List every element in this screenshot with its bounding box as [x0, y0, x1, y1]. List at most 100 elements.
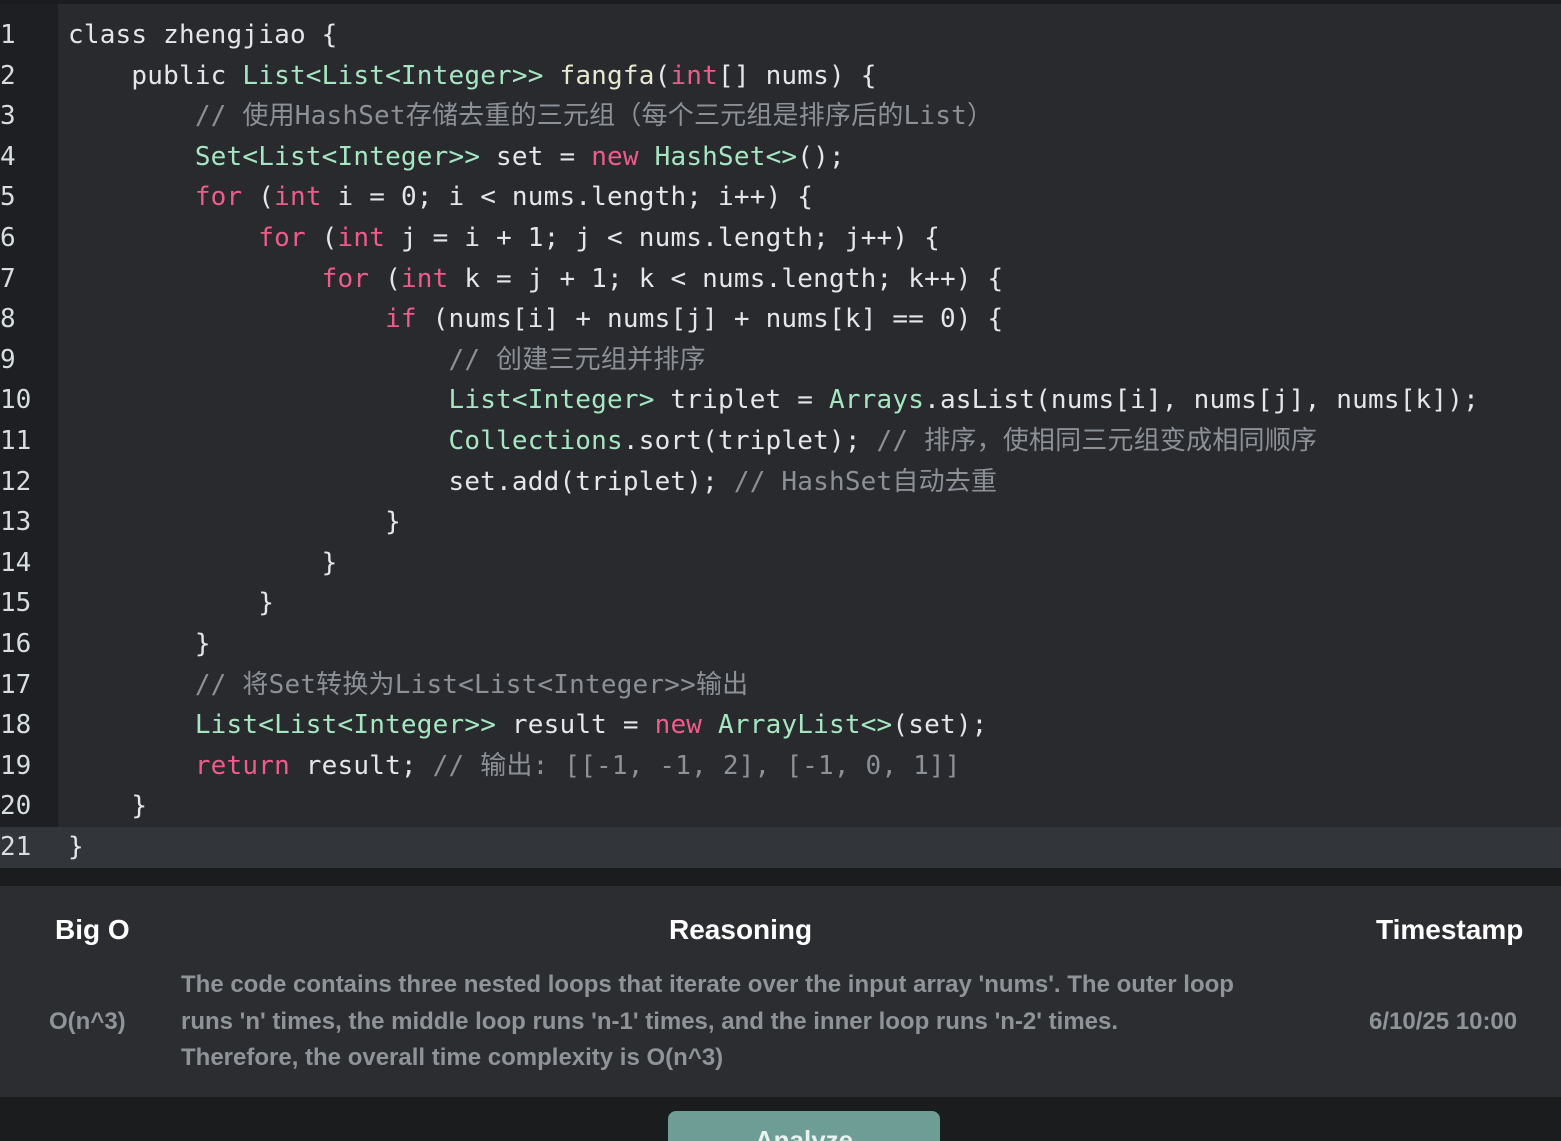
code-token: for — [258, 223, 306, 253]
code-token: new — [591, 141, 639, 172]
code-line[interactable]: 9 // 创建三元组并排序 — [0, 340, 1561, 381]
code-token: (set); — [892, 710, 988, 741]
code-token: for — [321, 263, 370, 294]
code-token: // 将Set转换为List<List<Integer>>输出 — [68, 669, 749, 700]
code-line[interactable]: 15 } — [0, 583, 1561, 624]
code-token: // 使用HashSet存储去重的三元组（每个三元组是排序后的List） — [68, 101, 994, 132]
code-line[interactable]: 16 } — [0, 624, 1561, 665]
code-line[interactable]: 1 class zhengjiao { — [0, 15, 1561, 56]
line-number: 19 — [0, 750, 32, 781]
line-number: 10 — [0, 385, 32, 416]
line-number: 8 — [0, 304, 16, 335]
line-code: } — [68, 583, 274, 624]
line-number: 7 — [0, 263, 16, 294]
code-token: ( — [654, 60, 671, 91]
code-token: set.add(triplet); — [68, 466, 734, 497]
code-line[interactable]: 11 Collections.sort(triplet); // 排序，使相同三… — [0, 421, 1561, 462]
code-line[interactable]: 19 return result; // 输出: [[-1, -1, 2], [… — [0, 746, 1561, 787]
line-code: // 将Set转换为List<List<Integer>>输出 — [68, 665, 748, 706]
code-token: ArrayList<> — [718, 710, 893, 741]
code-line[interactable]: 7 for (int k = j + 1; k < nums.length; k… — [0, 259, 1561, 300]
code-token: } — [68, 791, 148, 822]
code-line[interactable]: 3 // 使用HashSet存储去重的三元组（每个三元组是排序后的List） — [0, 96, 1561, 137]
line-number: 11 — [0, 426, 32, 456]
code-line[interactable]: 14 } — [0, 543, 1561, 584]
code-token: int — [670, 60, 719, 91]
line-code: Collections.sort(triplet); // 排序，使相同三元组变… — [68, 421, 1317, 462]
code-token: .sort(triplet); — [622, 426, 877, 456]
line-code: for (int i = 0; i < nums.length; i++) { — [68, 177, 813, 218]
code-token: for — [194, 182, 243, 213]
code-editor[interactable]: 1 class zhengjiao { 2 public List<List<Int… — [0, 4, 1561, 868]
line-code: public List<List<Integer>> fangfa(int[] … — [68, 56, 877, 97]
code-line[interactable]: 10 List<Integer> triplet = Arrays.asList… — [0, 380, 1561, 421]
code-line[interactable]: 18 List<List<Integer>> result = new Arra… — [0, 705, 1561, 746]
line-number: 18 — [0, 710, 32, 741]
line-number: 3 — [0, 101, 16, 132]
code-token: public — [68, 60, 243, 91]
code-line[interactable]: 12 set.add(triplet); // HashSet自动去重 — [0, 462, 1561, 503]
code-line[interactable]: 20 } — [0, 786, 1561, 827]
code-line[interactable]: 4 Set<List<Integer>> set = new HashSet<>… — [0, 137, 1561, 178]
line-code: List<Integer> triplet = Arrays.asList(nu… — [68, 380, 1479, 421]
code-token: return — [194, 750, 290, 781]
code-token: int — [337, 223, 386, 253]
code-token: class zhengjiao { — [68, 20, 338, 50]
reasoning-line: runs 'n' times, the middle loop runs 'n-… — [181, 1007, 1119, 1035]
code-token: if — [385, 304, 417, 335]
code-token: } — [68, 588, 275, 619]
panel-divider — [0, 872, 1561, 886]
code-token: List<List<Integer>> — [194, 710, 497, 741]
code-line[interactable]: 8 if (nums[i] + nums[j] + nums[k] == 0) … — [0, 299, 1561, 340]
code-token: i = 0; i < nums.length; i++) { — [321, 182, 814, 213]
code-token: .asList(nums[i], nums[j], nums[k]); — [924, 385, 1479, 416]
line-code: // 使用HashSet存储去重的三元组（每个三元组是排序后的List） — [68, 96, 993, 137]
line-number: 20 — [0, 791, 32, 822]
line-number: 15 — [0, 588, 32, 619]
line-code: for (int k = j + 1; k < nums.length; k++… — [68, 259, 1004, 300]
reasoning-line: The code contains three nested loops tha… — [181, 971, 1234, 998]
line-code: List<List<Integer>> result = new ArrayLi… — [68, 705, 988, 746]
code-line[interactable]: 2 public List<List<Integer>> fangfa(int[… — [0, 56, 1561, 97]
analysis-results-table: Big O Reasoning Timestamp O(n^3) The cod… — [0, 886, 1561, 1097]
code-token: fangfa — [559, 60, 655, 91]
line-code: if (nums[i] + nums[j] + nums[k] == 0) { — [68, 299, 1003, 340]
code-token: new — [654, 710, 703, 741]
line-code: } — [68, 502, 401, 543]
line-code: Set<List<Integer>> set = new HashSet<>()… — [68, 137, 845, 178]
cell-big-o: O(n^3) — [49, 1008, 126, 1035]
line-number: 1 — [0, 20, 16, 50]
code-token: List<Integer> — [448, 385, 655, 416]
code-token: int — [274, 182, 322, 213]
line-number: 6 — [0, 223, 16, 253]
code-token: set = — [480, 141, 592, 172]
code-token: List<List<Integer>> — [242, 60, 544, 91]
code-line[interactable]: 17 // 将Set转换为List<List<Integer>>输出 — [0, 665, 1561, 706]
code-token: int — [400, 263, 449, 294]
code-token: } — [68, 547, 338, 578]
code-token: // 排序，使相同三元组变成相同顺序 — [876, 426, 1318, 456]
code-line[interactable]: 5 for (int i = 0; i < nums.length; i++) … — [0, 177, 1561, 218]
cell-reasoning: The code contains three nested loops tha… — [181, 967, 1331, 1077]
code-token: } — [68, 832, 84, 862]
code-token: ( — [369, 263, 401, 294]
code-line[interactable]: 21} — [0, 827, 1561, 868]
header-reasoning: Reasoning — [669, 914, 813, 945]
code-line[interactable]: 6 for (int j = i + 1; j < nums.length; j… — [0, 218, 1561, 259]
code-token: Collections — [448, 426, 623, 456]
cell-timestamp: 6/10/25 10:00 — [1369, 1008, 1518, 1035]
code-line[interactable]: 13 } — [0, 502, 1561, 543]
line-code: } — [68, 786, 147, 827]
analyze-button[interactable]: Analyze — [668, 1111, 940, 1141]
line-number: 2 — [0, 60, 16, 91]
line-code: // 创建三元组并排序 — [68, 340, 706, 381]
